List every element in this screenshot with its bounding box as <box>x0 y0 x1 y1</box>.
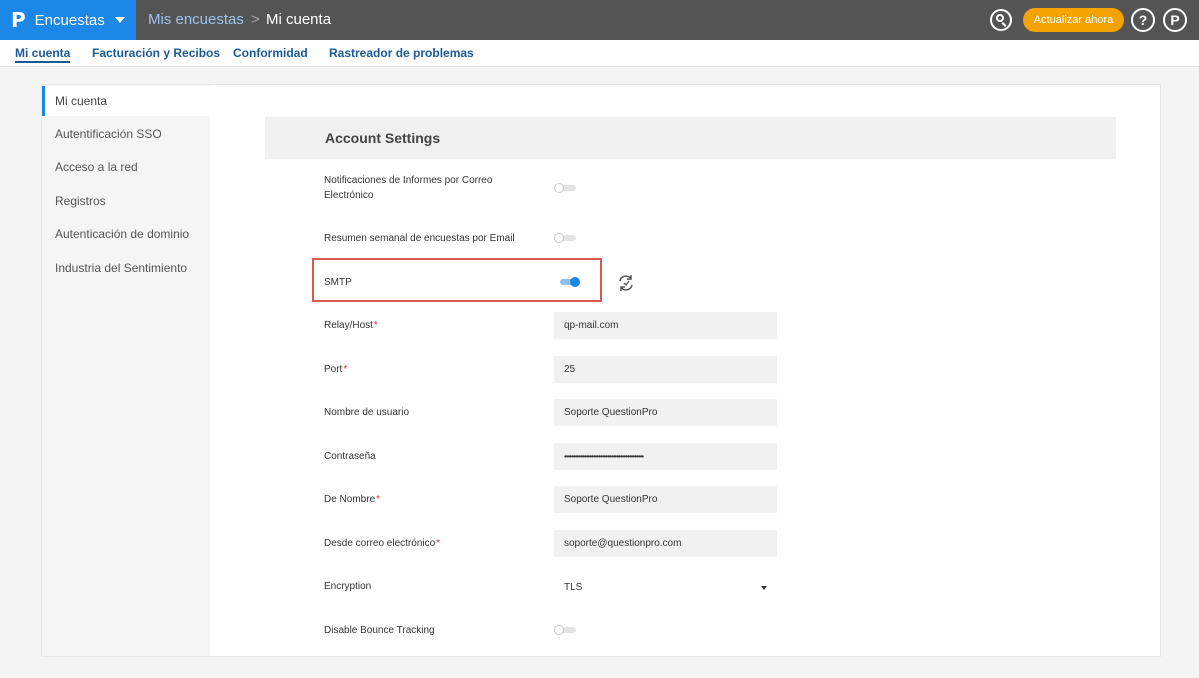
required-marker: * <box>343 364 348 375</box>
settings-sidebar: Mi cuenta Autentificación SSO Acceso a l… <box>42 85 210 656</box>
toggle-knob <box>554 625 564 635</box>
username-input[interactable] <box>554 399 777 426</box>
section-title: Account Settings <box>325 130 441 146</box>
upgrade-button[interactable]: Actualizar ahora <box>1023 8 1124 32</box>
email-notifications-label: Notificaciones de Informes por Correo El… <box>324 173 492 203</box>
search-button[interactable] <box>990 9 1012 31</box>
sidebar-item-sso[interactable]: Autentificación SSO <box>42 119 210 149</box>
app-name: Encuestas <box>34 11 105 29</box>
sidebar-item-registros[interactable]: Registros <box>42 186 210 216</box>
bounce-tracking-toggle[interactable] <box>554 625 578 635</box>
chevron-down-icon <box>114 17 125 23</box>
from-name-label: De Nombre* <box>324 492 380 507</box>
encryption-value: TLS <box>564 582 583 593</box>
bounce-tracking-label: Disable Bounce Tracking <box>324 625 435 636</box>
required-marker: * <box>436 538 441 549</box>
port-label: Port* <box>324 362 347 377</box>
sidebar-item-mi-cuenta[interactable]: Mi cuenta <box>42 86 210 116</box>
required-marker: * <box>376 494 381 505</box>
tab-mi-cuenta[interactable]: Mi cuenta <box>15 46 71 63</box>
password-label: Contraseña <box>324 451 376 462</box>
tab-facturacion[interactable]: Facturación y Recibos <box>92 46 220 60</box>
sidebar-item-acceso-red[interactable]: Acceso a la red <box>42 152 210 182</box>
email-notifications-label-line1: Notificaciones de Informes por Correo <box>324 175 493 186</box>
refresh-icon[interactable] <box>616 273 636 293</box>
required-marker: * <box>373 320 378 331</box>
top-bar: P Encuestas Mis encuestas > Mi cuenta Ac… <box>0 0 1199 40</box>
page-title: Mi cuenta <box>266 11 332 28</box>
search-icon-handle <box>1001 22 1007 27</box>
toggle-knob <box>570 277 580 287</box>
tab-conformidad[interactable]: Conformidad <box>233 46 308 60</box>
encryption-label: Encryption <box>324 581 372 592</box>
email-notifications-label-line2: Electrónico <box>324 190 374 201</box>
from-email-label-text: Desde correo electrónico <box>324 538 436 549</box>
relay-host-label: Relay/Host* <box>324 318 378 333</box>
port-label-text: Port <box>324 364 343 375</box>
weekly-summary-label: Resumen semanal de encuestas por Email <box>324 233 515 244</box>
port-input[interactable] <box>554 356 777 383</box>
smtp-label: SMTP <box>324 277 352 288</box>
chevron-down-icon <box>761 586 767 590</box>
encryption-select[interactable]: TLS <box>554 574 777 601</box>
from-email-label: Desde correo electrónico* <box>324 536 440 551</box>
app-switcher-button[interactable]: P Encuestas <box>0 0 136 40</box>
breadcrumb-separator: > <box>251 11 260 28</box>
questionpro-logo-icon: P <box>11 8 26 32</box>
section-header: Account Settings <box>265 117 1116 159</box>
breadcrumb-surveys-link[interactable]: Mis encuestas <box>148 11 244 28</box>
toggle-knob <box>554 233 564 243</box>
search-icon <box>996 14 1004 22</box>
password-input[interactable] <box>554 443 777 470</box>
relay-host-label-text: Relay/Host <box>324 320 373 331</box>
account-tabs: Mi cuenta Facturación y Recibos Conformi… <box>0 40 1199 67</box>
username-label: Nombre de usuario <box>324 407 410 418</box>
from-name-input[interactable] <box>554 486 777 513</box>
profile-button[interactable]: P <box>1163 8 1187 32</box>
email-notifications-toggle[interactable] <box>554 183 578 193</box>
sidebar-item-dominio[interactable]: Autenticación de dominio <box>42 219 210 249</box>
from-name-label-text: De Nombre <box>324 494 376 505</box>
settings-card: Mi cuenta Autentificación SSO Acceso a l… <box>41 84 1161 657</box>
sidebar-item-sentimiento[interactable]: Industria del Sentimiento <box>42 253 210 283</box>
tab-rastreador[interactable]: Rastreador de problemas <box>329 46 474 60</box>
smtp-toggle[interactable] <box>556 277 580 287</box>
relay-host-input[interactable] <box>554 312 777 339</box>
weekly-summary-toggle[interactable] <box>554 233 578 243</box>
help-button[interactable]: ? <box>1131 8 1155 32</box>
toggle-knob <box>554 183 564 193</box>
from-email-input[interactable] <box>554 530 777 557</box>
